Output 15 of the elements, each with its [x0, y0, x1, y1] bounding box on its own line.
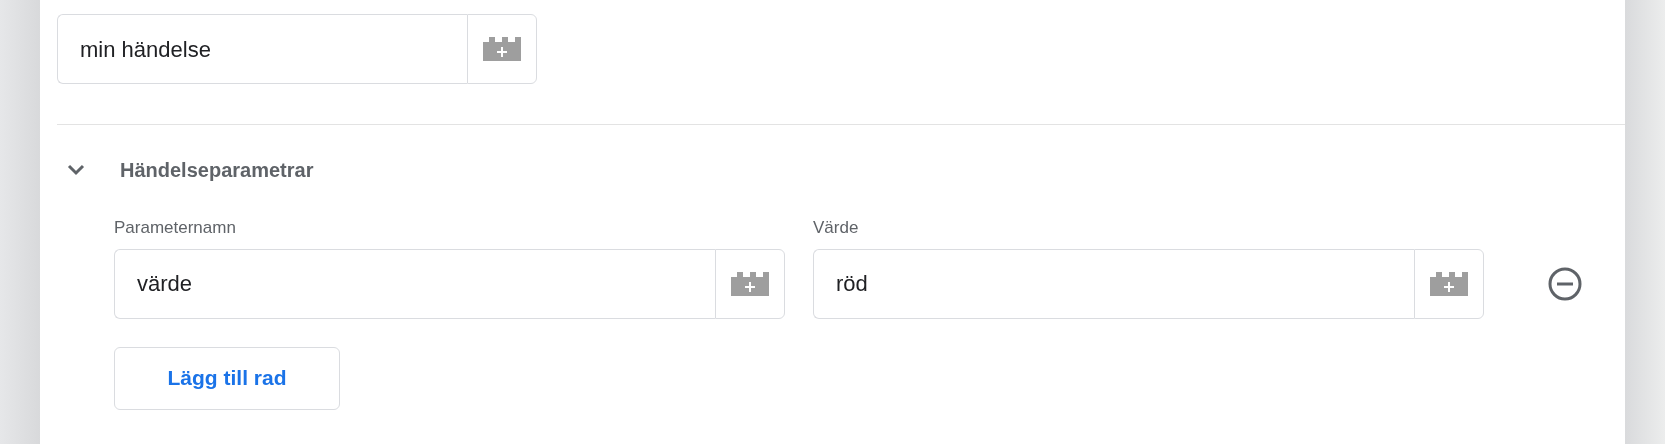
variable-button[interactable]	[467, 14, 537, 84]
value-field[interactable]: röd	[813, 248, 1414, 319]
variable-button[interactable]	[1414, 248, 1484, 319]
parameter-name-field[interactable]: värde	[114, 248, 715, 319]
variable-icon[interactable]	[731, 271, 769, 296]
add-row-button[interactable]: Lägg till rad	[114, 346, 340, 410]
field-label: Parameternamn	[114, 217, 237, 239]
event-name-field[interactable]: min händelse	[57, 14, 467, 84]
variable-button[interactable]	[715, 248, 785, 319]
remove-icon[interactable]	[1548, 266, 1582, 301]
variable-icon[interactable]	[483, 37, 521, 61]
variable-icon[interactable]	[1430, 271, 1468, 296]
chevron-icon[interactable]	[67, 164, 85, 176]
field-label: Värde	[813, 217, 860, 239]
section-title: Händelseparametrar	[120, 158, 314, 183]
